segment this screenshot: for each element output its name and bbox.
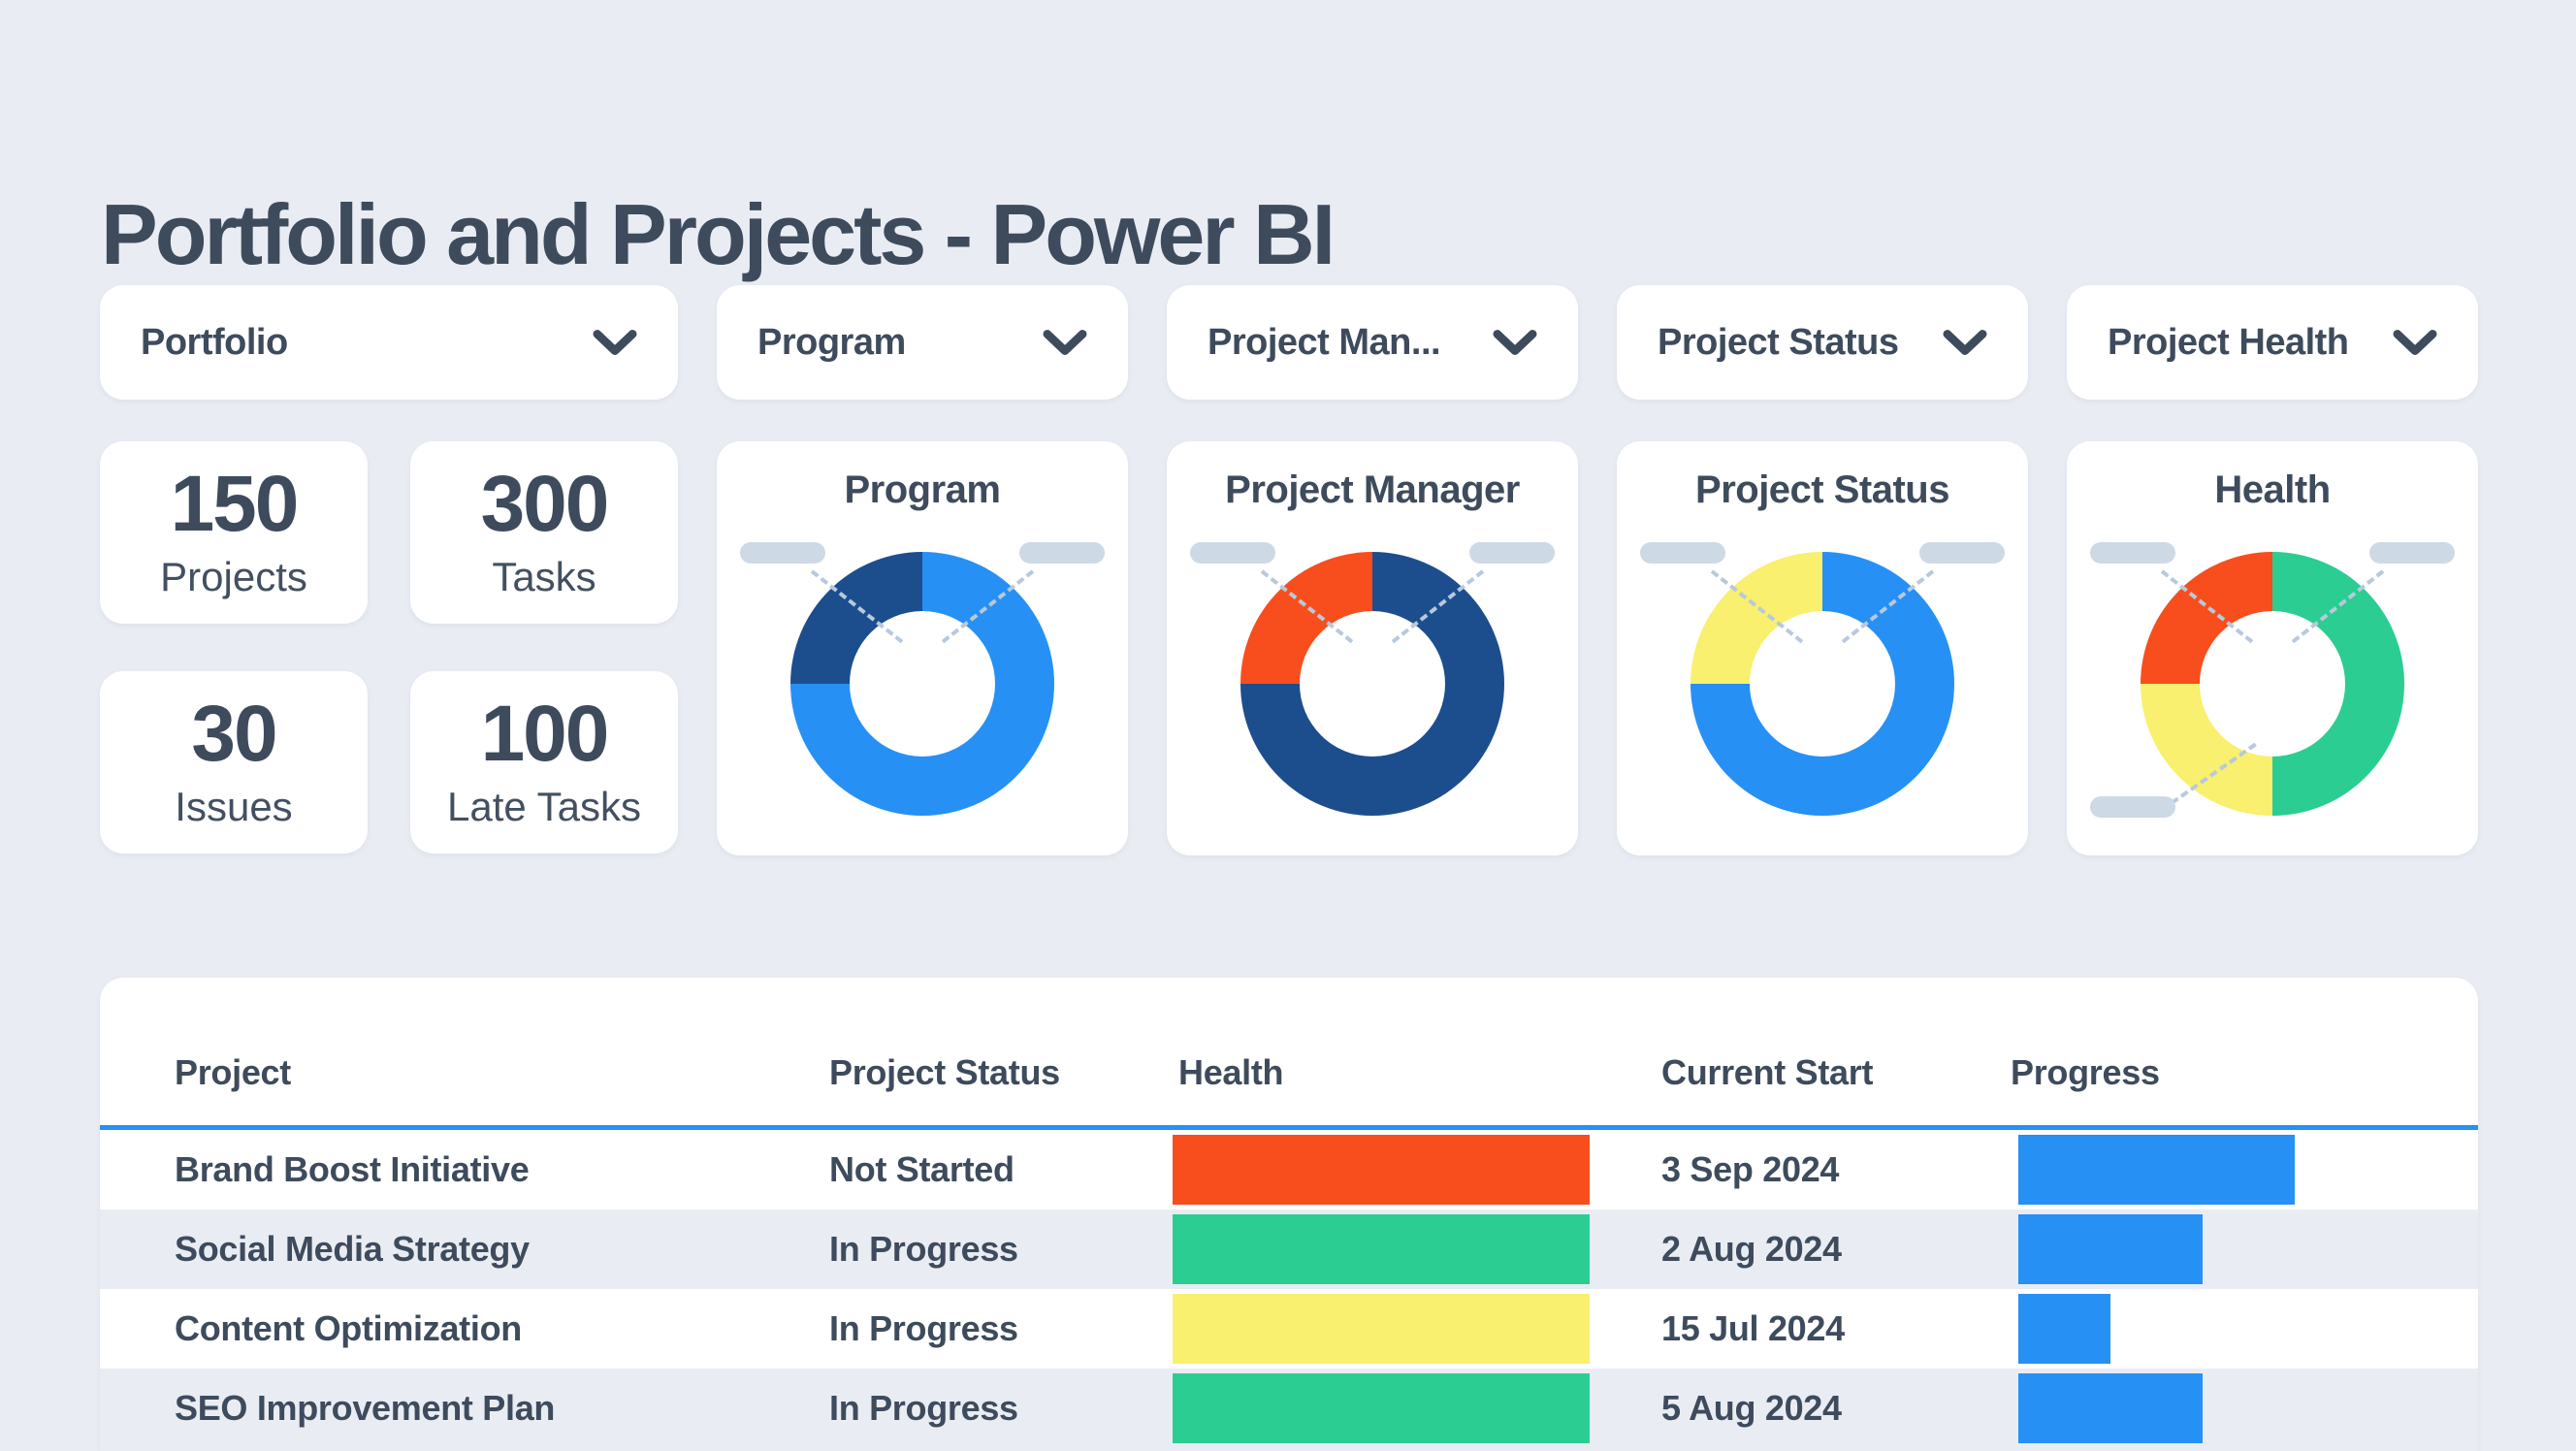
cell-project: Social Media Strategy (175, 1229, 530, 1269)
column-header-progress[interactable]: Progress (2011, 1031, 2160, 1113)
cell-project: Brand Boost Initiative (175, 1149, 530, 1189)
table-header-row: Project Project Status Health Current Start… (100, 1031, 2478, 1113)
cell-health-bar (1173, 1294, 1590, 1364)
kpi-value: 300 (480, 460, 610, 548)
donut-chart-card: Project Manager (1167, 441, 1578, 855)
cell-project-status: In Progress (829, 1308, 1018, 1348)
kpi-label: Projects (160, 554, 307, 599)
cell-project: SEO Improvement Plan (175, 1388, 556, 1428)
filter-dropdown[interactable]: Program (717, 285, 1128, 400)
kpi-card: 100 Late Tasks (410, 671, 678, 854)
callout-label-top-left (1640, 542, 1725, 564)
callout-label-top-right (1019, 542, 1105, 564)
callout-label-top-right (1919, 542, 2005, 564)
chevron-down-icon (1493, 330, 1537, 355)
column-header-health[interactable]: Health (1178, 1031, 1284, 1113)
column-header-project-status[interactable]: Project Status (829, 1031, 1060, 1113)
filter-dropdown[interactable]: Project Man... (1167, 285, 1578, 400)
table-body: Brand Boost Initiative Not Started 3 Sep… (100, 1130, 2478, 1451)
donut-chart-card: Health (2067, 441, 2478, 855)
donut-hole (850, 611, 995, 757)
cell-progress-bar (2018, 1135, 2295, 1205)
callout-label-top-left (1190, 542, 1275, 564)
chevron-down-icon (1043, 330, 1087, 355)
callout-label-top-right (1469, 542, 1555, 564)
page-title: Portfolio and Projects - Power BI (101, 185, 1336, 282)
filter-dropdown[interactable]: Portfolio (100, 285, 678, 400)
donut-chart-title: Health (2214, 468, 2331, 511)
cell-project-status: In Progress (829, 1229, 1018, 1269)
kpi-value: 100 (480, 690, 610, 778)
callout-label-top-right (2369, 542, 2455, 564)
cell-progress-bar (2018, 1294, 2110, 1364)
kpi-card: 150 Projects (100, 441, 368, 624)
chevron-down-icon (593, 330, 637, 355)
kpi-label: Tasks (492, 554, 596, 599)
filter-label: Program (757, 321, 906, 363)
cell-progress-bar (2018, 1214, 2203, 1284)
donut-chart-card: Project Status (1617, 441, 2028, 855)
kpi-value: 30 (191, 690, 277, 778)
callout-label-bottom-left (2090, 796, 2175, 818)
kpi-label: Issues (175, 784, 293, 829)
donut-hole (1300, 611, 1445, 757)
donut-chart-title: Program (844, 468, 1002, 511)
kpi-card: 300 Tasks (410, 441, 678, 624)
cell-current-start: 15 Jul 2024 (1661, 1308, 1845, 1348)
kpi-value: 150 (170, 460, 300, 548)
cell-health-bar (1173, 1214, 1590, 1284)
kpi-card: 30 Issues (100, 671, 368, 854)
dashboard: Portfolio and Projects - Power BI Portfo… (0, 0, 2576, 1451)
cell-current-start: 3 Sep 2024 (1661, 1149, 1840, 1189)
column-header-current-start[interactable]: Current Start (1661, 1031, 1873, 1113)
cell-project: Content Optimization (175, 1308, 522, 1348)
filter-label: Project Health (2108, 321, 2349, 363)
cell-health-bar (1173, 1135, 1590, 1205)
kpi-label: Late Tasks (446, 784, 641, 829)
table-row[interactable]: Content Optimization In Progress 15 Jul … (100, 1289, 2478, 1369)
cell-current-start: 5 Aug 2024 (1661, 1388, 1842, 1428)
donut-hole (2200, 611, 2345, 757)
filter-dropdown[interactable]: Project Health (2067, 285, 2478, 400)
table-row[interactable]: SEO Improvement Plan In Progress 5 Aug 2… (100, 1369, 2478, 1451)
cell-project-status: Not Started (829, 1149, 1014, 1189)
donut-chart-title: Project Manager (1225, 468, 1520, 511)
cell-health-bar (1173, 1373, 1590, 1443)
filter-label: Project Status (1658, 321, 1899, 363)
cell-project-status: In Progress (829, 1388, 1018, 1428)
cell-current-start: 2 Aug 2024 (1661, 1229, 1842, 1269)
donut-chart-card: Program (717, 441, 1128, 855)
donut-hole (1750, 611, 1895, 757)
table-row[interactable]: Brand Boost Initiative Not Started 3 Sep… (100, 1130, 2478, 1209)
filter-dropdown[interactable]: Project Status (1617, 285, 2028, 400)
callout-label-top-left (740, 542, 825, 564)
chevron-down-icon (2393, 330, 2437, 355)
filter-label: Project Man... (1208, 321, 1441, 363)
chevron-down-icon (1943, 330, 1987, 355)
table-row[interactable]: Social Media Strategy In Progress 2 Aug … (100, 1209, 2478, 1289)
callout-label-top-left (2090, 542, 2175, 564)
column-header-project[interactable]: Project (175, 1031, 291, 1113)
projects-table: Project Project Status Health Current Start… (100, 978, 2478, 1451)
filter-label: Portfolio (141, 321, 288, 363)
cell-progress-bar (2018, 1373, 2203, 1443)
donut-chart-title: Project Status (1695, 468, 1949, 511)
